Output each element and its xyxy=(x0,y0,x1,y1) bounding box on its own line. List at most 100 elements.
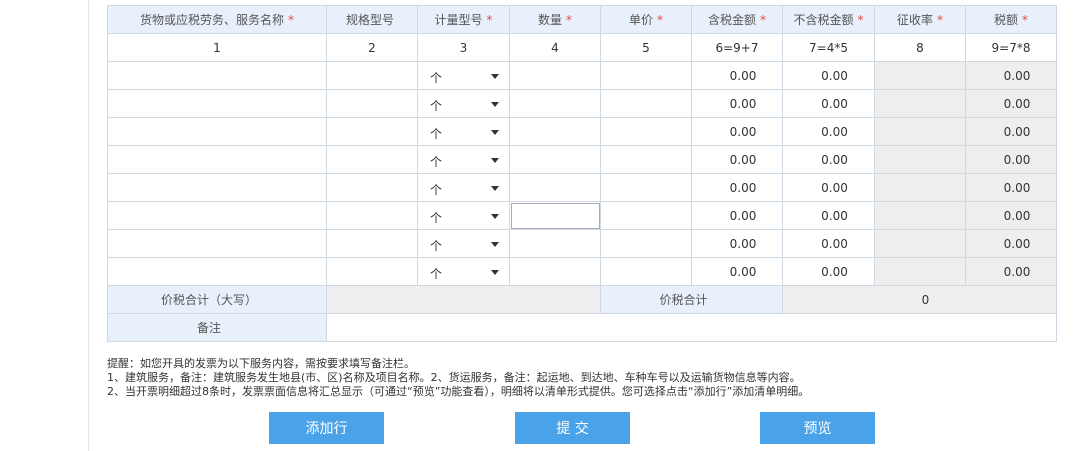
quantity-input[interactable] xyxy=(509,117,601,146)
caret-down-icon xyxy=(491,214,499,219)
unit-select[interactable]: 个 xyxy=(417,145,510,174)
tax-cell: 0.00 xyxy=(965,89,1057,118)
spec-input[interactable] xyxy=(326,257,418,286)
quantity-input[interactable] xyxy=(509,61,601,90)
spec-input[interactable] xyxy=(326,229,418,258)
unit-dropdown[interactable]: 个 xyxy=(418,146,509,173)
header-row: 货物或应税劳务、服务名称 * 规格型号 计量型号 * 数量 * 单价 * 含税金额 * 不… xyxy=(107,5,1057,34)
name-input[interactable] xyxy=(107,173,327,202)
name-input[interactable] xyxy=(107,229,327,258)
index-cell: 6=9+7 xyxy=(691,33,783,62)
index-cell: 2 xyxy=(326,33,418,62)
price-input[interactable] xyxy=(600,145,692,174)
price-input[interactable] xyxy=(600,61,692,90)
tax-incl-input[interactable]: 0.00 xyxy=(691,201,783,230)
price-input[interactable] xyxy=(600,257,692,286)
uppercase-total-value xyxy=(326,285,601,314)
tax-excl-input[interactable]: 0.00 xyxy=(782,229,875,258)
unit-dropdown[interactable]: 个 xyxy=(418,90,509,117)
unit-select[interactable]: 个 xyxy=(417,257,510,286)
name-input[interactable] xyxy=(107,89,327,118)
tax-cell: 0.00 xyxy=(965,117,1057,146)
rate-cell xyxy=(874,145,966,174)
tax-excl-input[interactable]: 0.00 xyxy=(782,89,875,118)
unit-select[interactable]: 个 xyxy=(417,89,510,118)
unit-dropdown[interactable]: 个 xyxy=(418,258,509,285)
unit-dropdown[interactable]: 个 xyxy=(418,230,509,257)
tax-excl-input[interactable]: 0.00 xyxy=(782,257,875,286)
header-tax: 税额 * xyxy=(965,5,1057,34)
spec-input[interactable] xyxy=(326,117,418,146)
header-tax-excl: 不含税金额 * xyxy=(782,5,875,34)
price-input[interactable] xyxy=(600,89,692,118)
quantity-input[interactable] xyxy=(509,173,601,202)
price-input[interactable] xyxy=(600,201,692,230)
tax-incl-input[interactable]: 0.00 xyxy=(691,257,783,286)
tax-excl-input[interactable]: 0.00 xyxy=(782,61,875,90)
caret-down-icon xyxy=(491,186,499,191)
rate-cell xyxy=(874,173,966,202)
spec-input[interactable] xyxy=(326,173,418,202)
notes: 提醒：如您开具的发票为以下服务内容，需按要求填写备注栏。 1、建筑服务，备注：建… xyxy=(107,357,809,399)
quantity-input[interactable] xyxy=(509,201,601,230)
unit-dropdown[interactable]: 个 xyxy=(418,202,509,229)
tax-excl-input[interactable]: 0.00 xyxy=(782,145,875,174)
tax-cell: 0.00 xyxy=(965,229,1057,258)
preview-button[interactable]: 预览 xyxy=(760,412,875,444)
name-input[interactable] xyxy=(107,201,327,230)
price-input[interactable] xyxy=(600,229,692,258)
unit-dropdown[interactable]: 个 xyxy=(418,62,509,89)
quantity-input[interactable] xyxy=(509,229,601,258)
submit-button[interactable]: 提 交 xyxy=(515,412,630,444)
unit-select[interactable]: 个 xyxy=(417,173,510,202)
table-row: 个 0.00 0.00 0.00 xyxy=(107,229,1057,258)
quantity-input[interactable] xyxy=(509,145,601,174)
tax-incl-input[interactable]: 0.00 xyxy=(691,61,783,90)
tax-excl-input[interactable]: 0.00 xyxy=(782,173,875,202)
name-input[interactable] xyxy=(107,145,327,174)
unit-dropdown[interactable]: 个 xyxy=(418,174,509,201)
tax-incl-input[interactable]: 0.00 xyxy=(691,173,783,202)
unit-select[interactable]: 个 xyxy=(417,61,510,90)
spec-input[interactable] xyxy=(326,61,418,90)
unit-select[interactable]: 个 xyxy=(417,229,510,258)
total-label: 价税合计 xyxy=(600,285,783,314)
spec-input[interactable] xyxy=(326,145,418,174)
caret-down-icon xyxy=(491,242,499,247)
index-cell: 5 xyxy=(600,33,692,62)
index-cell: 1 xyxy=(107,33,327,62)
unit-value: 个 xyxy=(430,127,443,141)
name-input[interactable] xyxy=(107,117,327,146)
spec-input[interactable] xyxy=(326,89,418,118)
quantity-input[interactable] xyxy=(509,89,601,118)
unit-select[interactable]: 个 xyxy=(417,201,510,230)
index-cell: 7=4*5 xyxy=(782,33,875,62)
name-input[interactable] xyxy=(107,61,327,90)
invoice-table: 货物或应税劳务、服务名称 * 规格型号 计量型号 * 数量 * 单价 * 含税金额 * 不… xyxy=(107,5,1057,342)
tax-incl-input[interactable]: 0.00 xyxy=(691,89,783,118)
tax-incl-input[interactable]: 0.00 xyxy=(691,117,783,146)
price-input[interactable] xyxy=(600,173,692,202)
rate-cell xyxy=(874,257,966,286)
tax-incl-input[interactable]: 0.00 xyxy=(691,229,783,258)
unit-dropdown[interactable]: 个 xyxy=(418,118,509,145)
rate-cell xyxy=(874,61,966,90)
remark-input[interactable] xyxy=(326,313,1057,342)
invoice-form: 货物或应税劳务、服务名称 * 规格型号 计量型号 * 数量 * 单价 * 含税金额 * 不… xyxy=(0,0,1080,451)
spec-input[interactable] xyxy=(326,201,418,230)
tax-cell: 0.00 xyxy=(965,257,1057,286)
price-input[interactable] xyxy=(600,117,692,146)
tax-excl-input[interactable]: 0.00 xyxy=(782,201,875,230)
quantity-input[interactable] xyxy=(509,257,601,286)
name-input[interactable] xyxy=(107,257,327,286)
table-row: 个 0.00 0.00 0.00 xyxy=(107,257,1057,286)
unit-value: 个 xyxy=(430,183,443,197)
uppercase-total-label: 价税合计（大写） xyxy=(107,285,327,314)
unit-select[interactable]: 个 xyxy=(417,117,510,146)
tax-cell: 0.00 xyxy=(965,61,1057,90)
tax-incl-input[interactable]: 0.00 xyxy=(691,145,783,174)
add-row-button[interactable]: 添加行 xyxy=(269,412,384,444)
unit-value: 个 xyxy=(430,239,443,253)
tax-excl-input[interactable]: 0.00 xyxy=(782,117,875,146)
unit-value: 个 xyxy=(430,267,443,281)
